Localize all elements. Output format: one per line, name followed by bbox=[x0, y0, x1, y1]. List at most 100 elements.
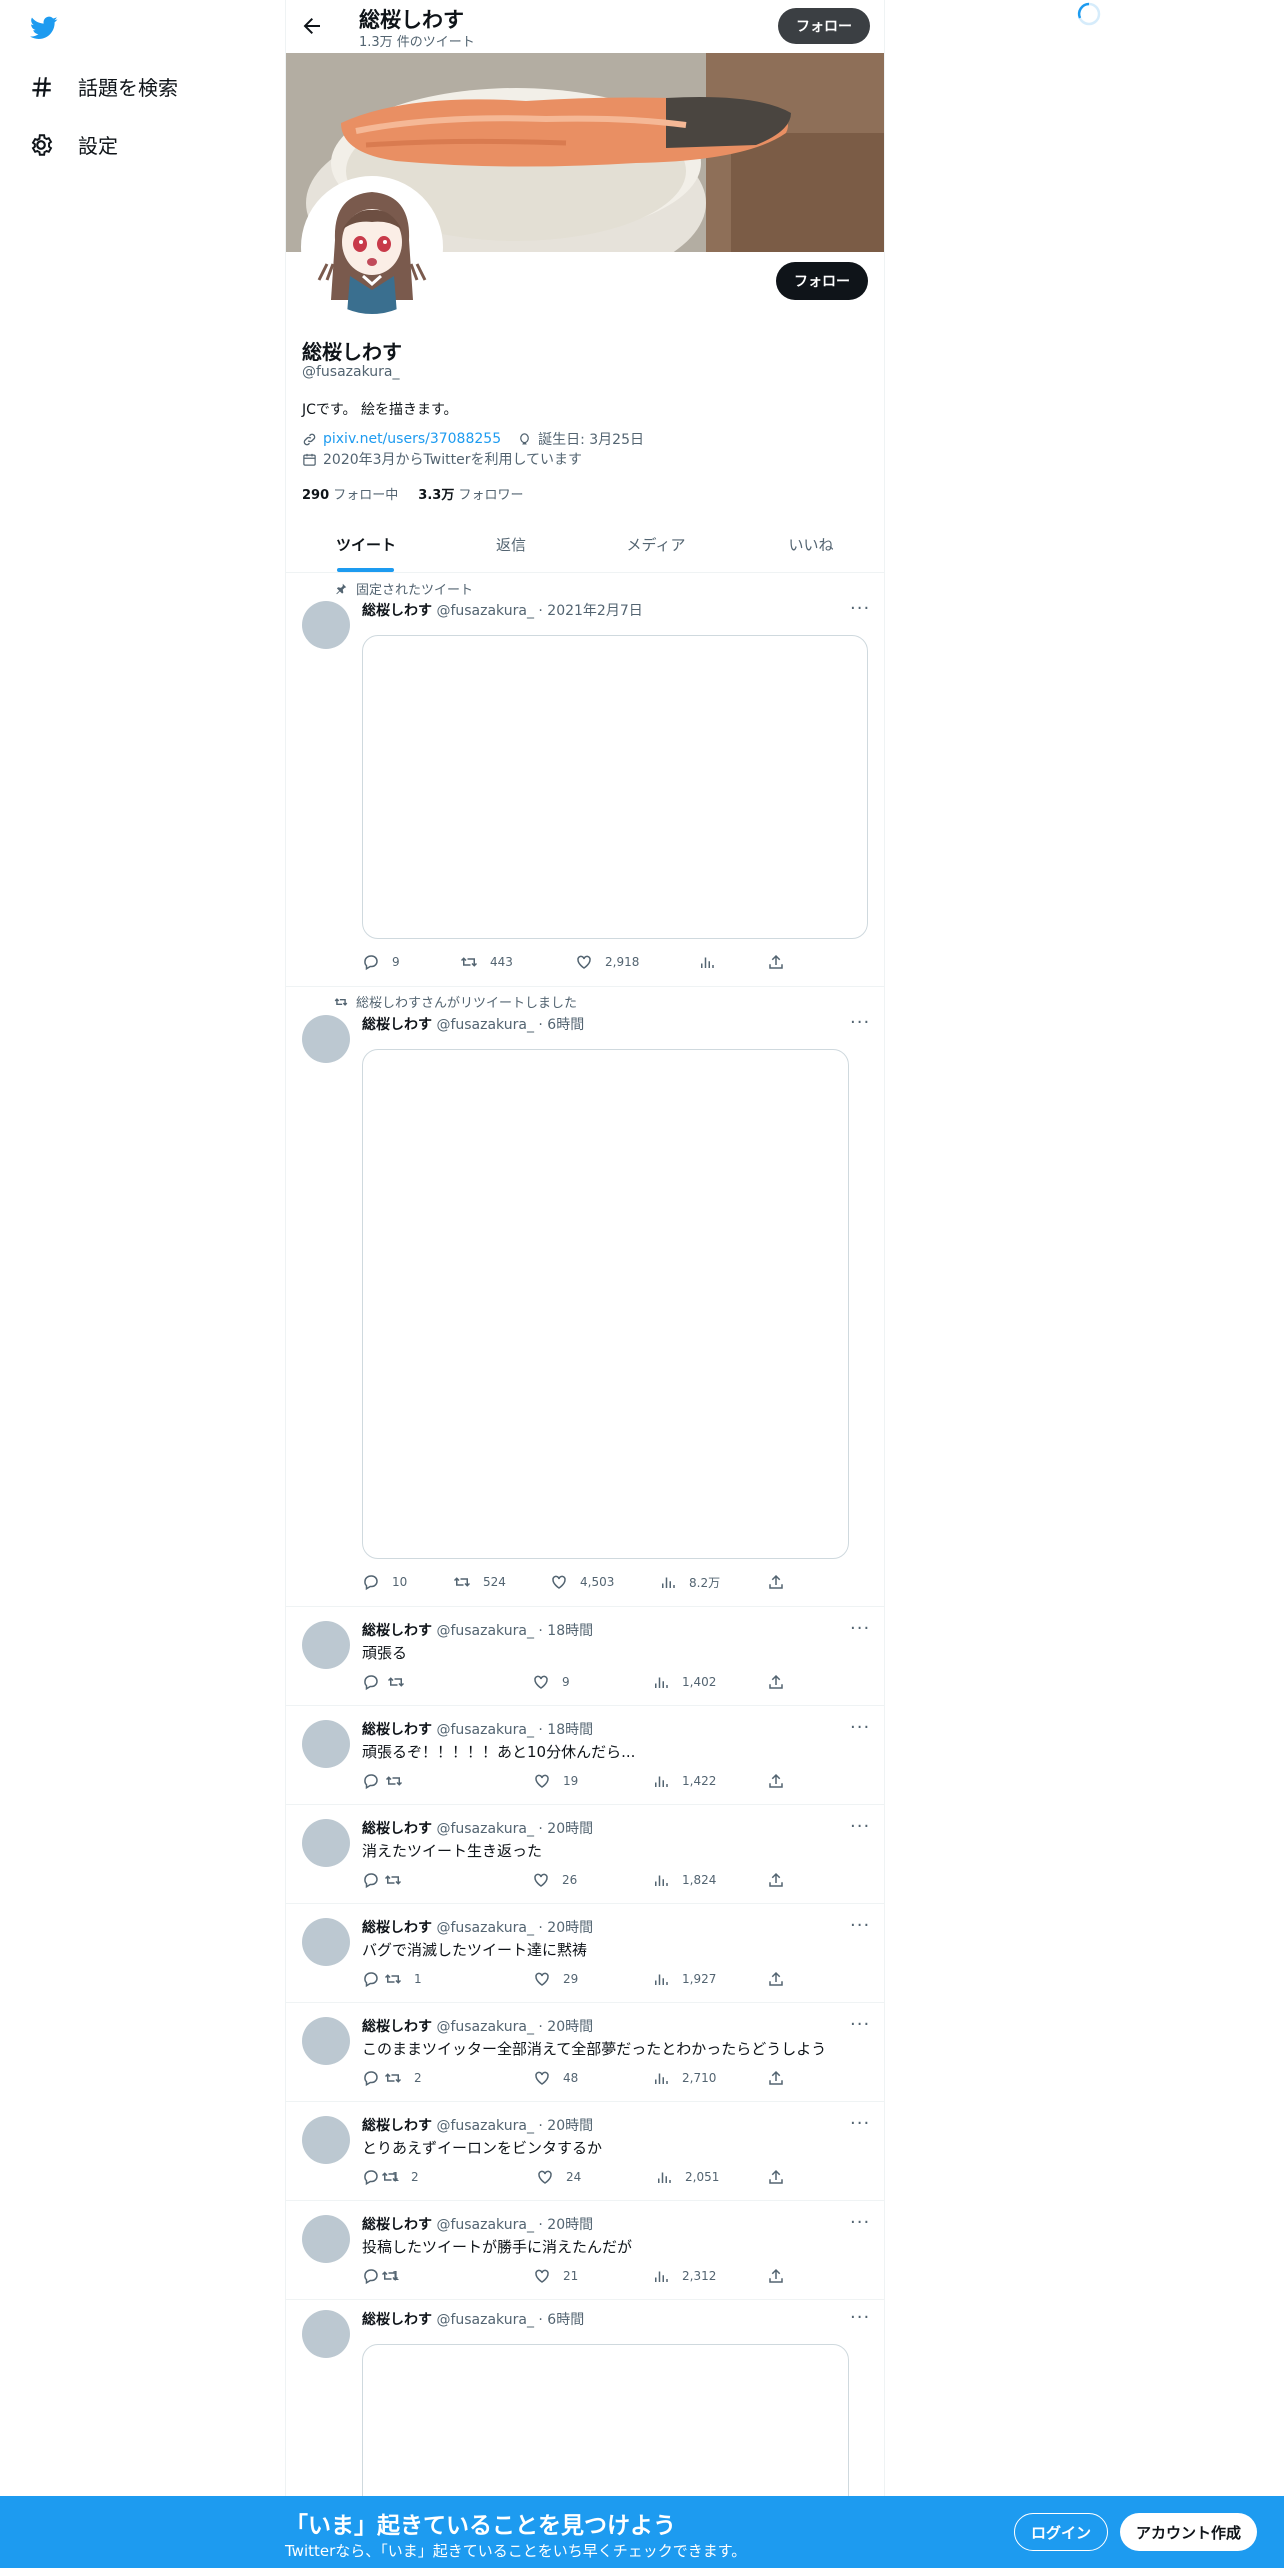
avatar[interactable] bbox=[302, 1621, 350, 1669]
more-icon[interactable]: ··· bbox=[850, 1717, 870, 1738]
author-name[interactable]: 総桜しわす bbox=[362, 603, 432, 619]
views-button[interactable]: 1,927 bbox=[652, 1970, 716, 1988]
views-button[interactable]: 2,710 bbox=[652, 2069, 716, 2087]
profile-link[interactable]: pixiv.net/users/37088255 bbox=[323, 431, 501, 447]
tab-media[interactable]: メディア bbox=[576, 516, 736, 573]
avatar[interactable] bbox=[302, 2215, 350, 2263]
share-button[interactable] bbox=[767, 1970, 785, 1988]
author-name[interactable]: 総桜しわす bbox=[362, 1623, 432, 1639]
followers-link[interactable]: 3.3万 フォロワー bbox=[418, 484, 523, 503]
like-button[interactable]: 21 bbox=[533, 2267, 578, 2285]
like-button[interactable]: 26 bbox=[532, 1871, 577, 1889]
views-button[interactable]: 1,402 bbox=[652, 1673, 716, 1691]
author-name[interactable]: 総桜しわす bbox=[362, 2217, 432, 2233]
tweet-retweet[interactable]: 総桜しわすさんがリツイートしました 総桜しわす @fusazakura_ · 6… bbox=[286, 987, 884, 1607]
author-name[interactable]: 総桜しわす bbox=[362, 2118, 432, 2134]
tab-tweets[interactable]: ツイート bbox=[286, 516, 446, 573]
author-name[interactable]: 総桜しわす bbox=[362, 2312, 432, 2328]
nav-settings[interactable]: 設定 bbox=[28, 130, 118, 159]
more-icon[interactable]: ··· bbox=[850, 2307, 870, 2328]
tweet[interactable]: 総桜しわす @fusazakura_ · 18時間 ··· 頑張る 9 1,40… bbox=[286, 1607, 884, 1706]
views-button[interactable]: 2,051 bbox=[655, 2168, 719, 2186]
retweet-button[interactable] bbox=[384, 1871, 414, 1889]
retweet-button[interactable]: 2 bbox=[384, 2069, 422, 2087]
views-button[interactable] bbox=[698, 953, 728, 971]
avatar[interactable] bbox=[302, 1015, 350, 1063]
tweet[interactable]: 総桜しわす @fusazakura_ · 20時間 ··· とりあえずイーロンを… bbox=[286, 2102, 884, 2201]
following-link[interactable]: 290 フォロー中 bbox=[302, 484, 398, 503]
author-name[interactable]: 総桜しわす bbox=[362, 1017, 432, 1033]
views-button[interactable]: 2,312 bbox=[652, 2267, 716, 2285]
author-name[interactable]: 総桜しわす bbox=[362, 1821, 432, 1837]
author-name[interactable]: 総桜しわす bbox=[362, 2019, 432, 2035]
header-follow-button[interactable]: フォロー bbox=[778, 8, 870, 44]
retweet-button[interactable]: 443 bbox=[460, 953, 513, 971]
more-icon[interactable]: ··· bbox=[850, 1012, 870, 1033]
tweet[interactable]: 総桜しわす @fusazakura_ · 18時間 ··· 頑張るぞ！！！！！あ… bbox=[286, 1706, 884, 1805]
login-button[interactable]: ログイン bbox=[1014, 2513, 1109, 2551]
author-name[interactable]: 総桜しわす bbox=[362, 1920, 432, 1936]
avatar[interactable] bbox=[302, 1819, 350, 1867]
profile-avatar[interactable] bbox=[301, 176, 443, 318]
twitter-logo-icon[interactable] bbox=[28, 14, 60, 42]
like-button[interactable]: 48 bbox=[533, 2069, 578, 2087]
tweet[interactable]: 総桜しわす @fusazakura_ · 20時間 ··· 投稿したツイートが勝… bbox=[286, 2201, 884, 2300]
share-button[interactable] bbox=[767, 2069, 785, 2087]
tweet[interactable]: 総桜しわす @fusazakura_ · 20時間 ··· 消えたツイート生き返… bbox=[286, 1805, 884, 1904]
reply-button[interactable]: 10 bbox=[362, 1573, 407, 1591]
more-icon[interactable]: ··· bbox=[850, 1618, 870, 1639]
more-icon[interactable]: ··· bbox=[850, 598, 870, 619]
more-icon[interactable]: ··· bbox=[850, 2014, 870, 2035]
tweet-pinned[interactable]: 固定されたツイート 総桜しわす @fusazakura_ · 2021年2月7日… bbox=[286, 573, 884, 987]
retweet-button[interactable] bbox=[387, 1673, 417, 1691]
retweet-button[interactable] bbox=[385, 1772, 415, 1790]
avatar[interactable] bbox=[302, 601, 350, 649]
retweet-button[interactable]: 524 bbox=[453, 1573, 506, 1591]
views-button[interactable]: 8.2万 bbox=[659, 1573, 720, 1591]
more-icon[interactable]: ··· bbox=[850, 1915, 870, 1936]
tweet[interactable]: 総桜しわす @fusazakura_ · 20時間 ··· バグで消滅したツイー… bbox=[286, 1904, 884, 2003]
share-button[interactable] bbox=[767, 2267, 785, 2285]
tweet-media[interactable] bbox=[362, 1049, 849, 1559]
tweet[interactable]: 総桜しわす @fusazakura_ · 20時間 ··· このままツイッター全… bbox=[286, 2003, 884, 2102]
share-button[interactable] bbox=[767, 2168, 785, 2186]
tab-likes[interactable]: いいね bbox=[736, 516, 884, 573]
retweet-count: 443 bbox=[490, 955, 513, 969]
retweet-button[interactable]: 1 bbox=[384, 1970, 422, 1988]
views-button[interactable]: 1,422 bbox=[652, 1772, 716, 1790]
analytics-icon bbox=[655, 2073, 668, 2084]
profile-follow-button[interactable]: フォロー bbox=[776, 262, 868, 300]
share-button[interactable] bbox=[767, 953, 785, 971]
tweet-header: 総桜しわす @fusazakura_ · 18時間 bbox=[362, 1719, 593, 1739]
like-button[interactable]: 2,918 bbox=[575, 953, 639, 971]
like-button[interactable]: 4,503 bbox=[550, 1573, 614, 1591]
tweet-media[interactable] bbox=[362, 635, 868, 939]
nav-explore[interactable]: 話題を検索 bbox=[28, 72, 178, 101]
like-button[interactable]: 24 bbox=[536, 2168, 581, 2186]
more-icon[interactable]: ··· bbox=[850, 1816, 870, 1837]
avatar[interactable] bbox=[302, 1918, 350, 1966]
avatar[interactable] bbox=[302, 2017, 350, 2065]
signup-button[interactable]: アカウント作成 bbox=[1120, 2513, 1258, 2551]
reply-button[interactable]: 9 bbox=[362, 953, 400, 971]
share-button[interactable] bbox=[767, 1772, 785, 1790]
share-button[interactable] bbox=[767, 1573, 785, 1591]
retweet-button[interactable]: 2 bbox=[381, 2168, 419, 2186]
share-button[interactable] bbox=[767, 1871, 785, 1889]
analytics-icon bbox=[658, 2172, 671, 2183]
back-arrow-icon[interactable] bbox=[300, 14, 324, 38]
views-button[interactable]: 1,824 bbox=[652, 1871, 716, 1889]
author-name[interactable]: 総桜しわす bbox=[362, 1722, 432, 1738]
avatar[interactable] bbox=[302, 2116, 350, 2164]
more-icon[interactable]: ··· bbox=[850, 2113, 870, 2134]
more-icon[interactable]: ··· bbox=[850, 2212, 870, 2233]
like-button[interactable]: 19 bbox=[533, 1772, 578, 1790]
like-button[interactable]: 9 bbox=[532, 1673, 570, 1691]
avatar[interactable] bbox=[302, 1720, 350, 1768]
share-button[interactable] bbox=[767, 1673, 785, 1691]
avatar[interactable] bbox=[302, 2310, 350, 2358]
retweet-button[interactable] bbox=[381, 2267, 411, 2285]
heart-icon bbox=[577, 955, 591, 969]
like-button[interactable]: 29 bbox=[533, 1970, 578, 1988]
tab-replies[interactable]: 返信 bbox=[446, 516, 576, 573]
